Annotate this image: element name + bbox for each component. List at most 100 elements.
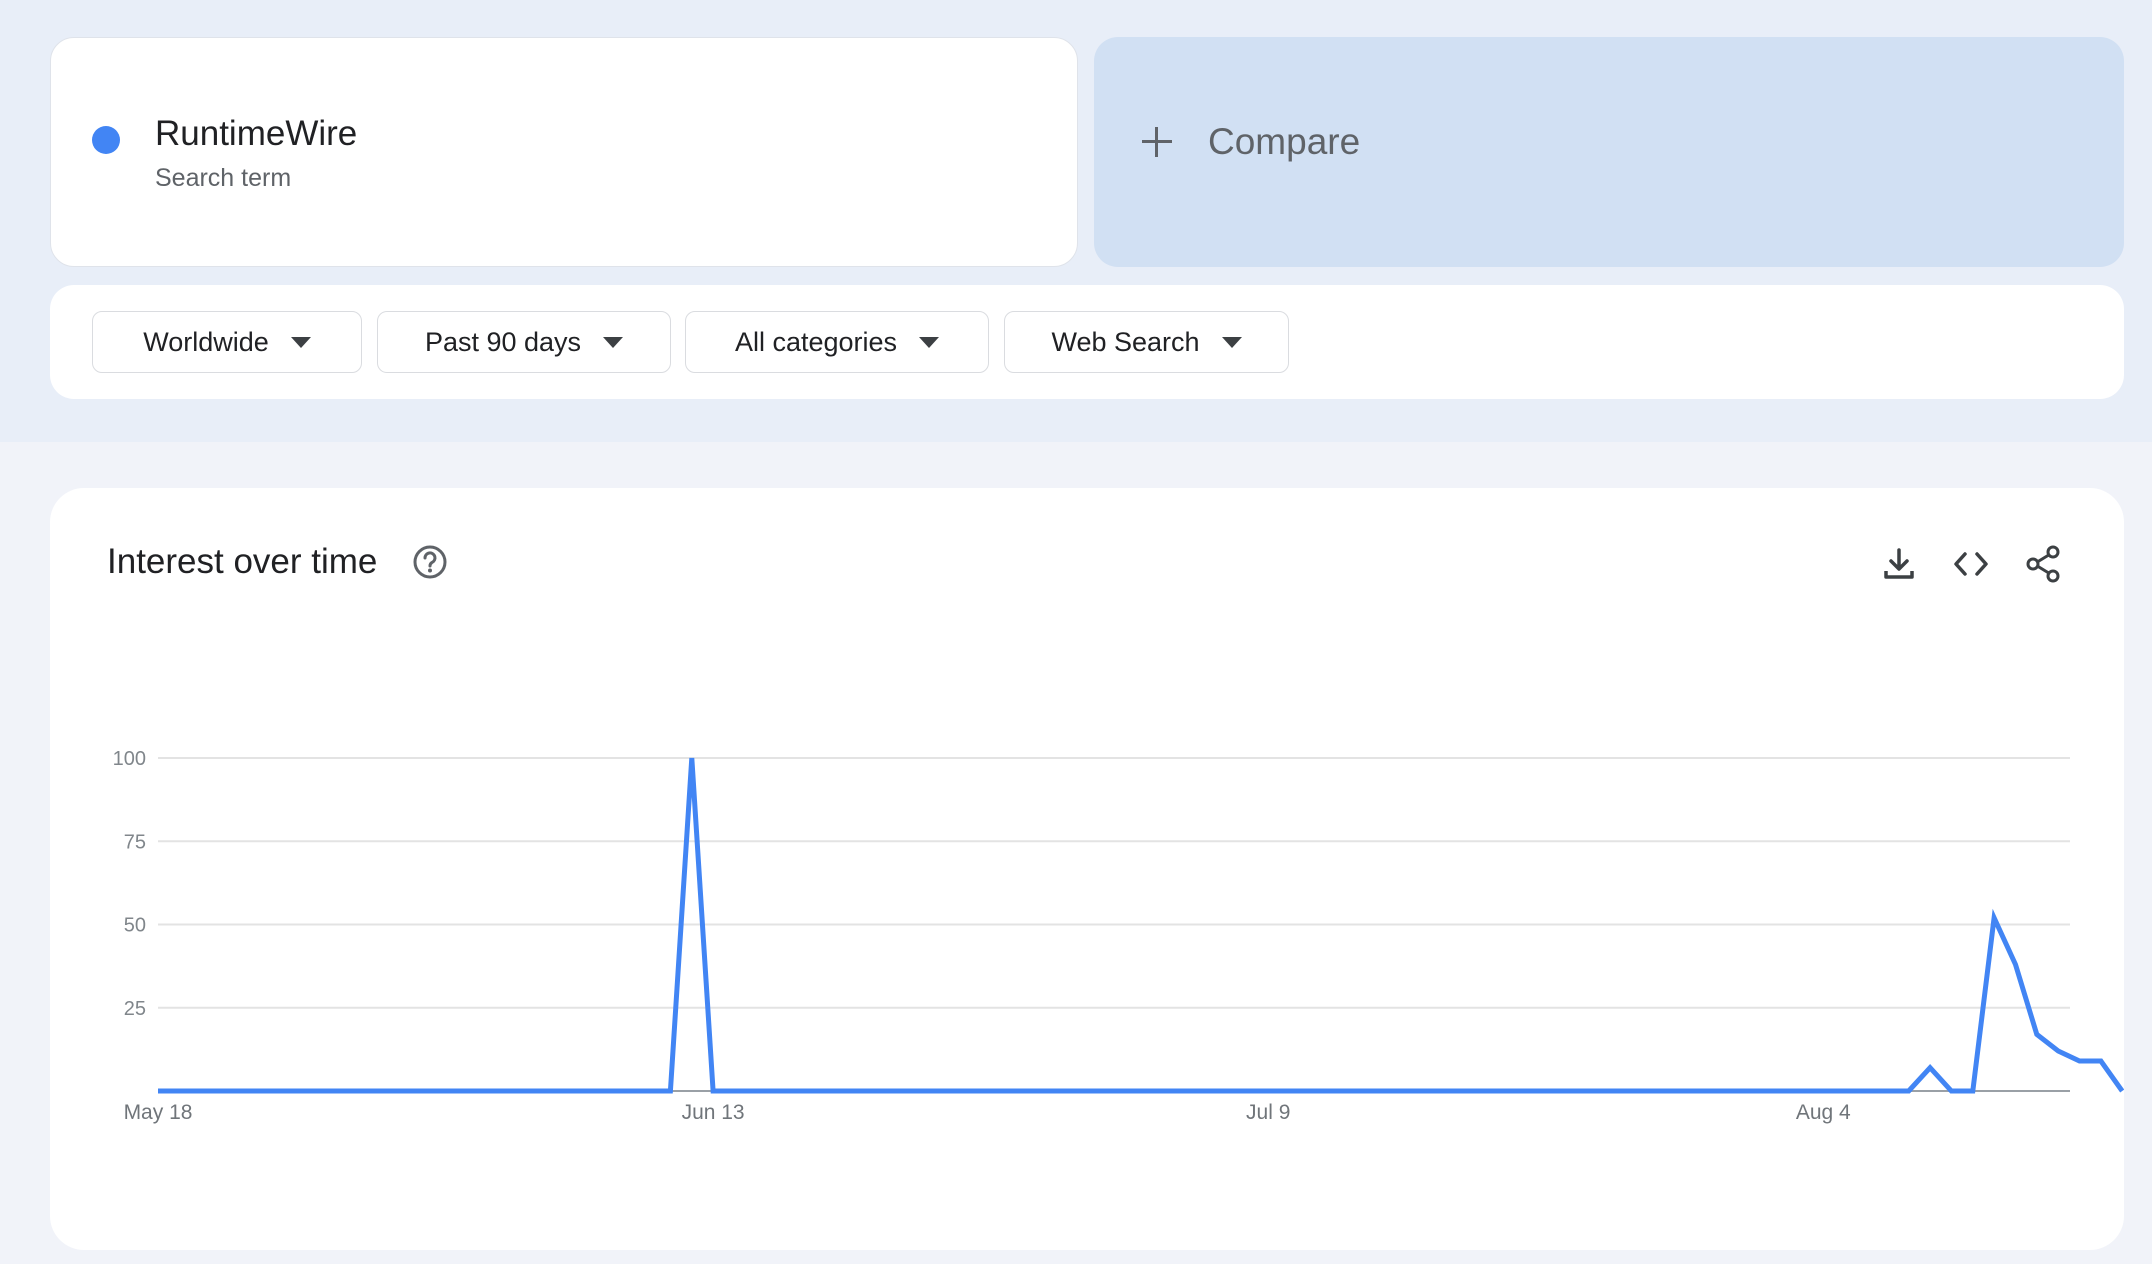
data-point[interactable] xyxy=(154,1087,162,1095)
data-point[interactable] xyxy=(965,1087,973,1095)
data-point[interactable] xyxy=(1115,1087,1123,1095)
data-point[interactable] xyxy=(410,1087,418,1095)
data-point[interactable] xyxy=(901,1087,909,1095)
data-point[interactable] xyxy=(1713,1087,1721,1095)
data-point[interactable] xyxy=(2076,1057,2084,1065)
data-point[interactable] xyxy=(1798,1087,1806,1095)
data-point[interactable] xyxy=(1157,1087,1165,1095)
category-dropdown[interactable]: All categories xyxy=(685,311,989,373)
data-point[interactable] xyxy=(944,1087,952,1095)
region-dropdown[interactable]: Worldwide xyxy=(92,311,362,373)
data-point[interactable] xyxy=(1905,1087,1913,1095)
data-point[interactable] xyxy=(1990,914,1998,922)
data-point[interactable] xyxy=(1264,1087,1272,1095)
data-point[interactable] xyxy=(1819,1087,1827,1095)
data-point[interactable] xyxy=(218,1087,226,1095)
data-point[interactable] xyxy=(1200,1087,1208,1095)
data-point[interactable] xyxy=(303,1087,311,1095)
data-point[interactable] xyxy=(1392,1087,1400,1095)
compare-button[interactable]: Compare xyxy=(1094,37,2124,267)
data-point[interactable] xyxy=(368,1087,376,1095)
data-point[interactable] xyxy=(1734,1087,1742,1095)
data-point[interactable] xyxy=(1243,1087,1251,1095)
data-point[interactable] xyxy=(1627,1087,1635,1095)
data-point[interactable] xyxy=(2097,1057,2105,1065)
data-point[interactable] xyxy=(859,1087,867,1095)
data-point[interactable] xyxy=(1777,1087,1785,1095)
data-point[interactable] xyxy=(560,1087,568,1095)
data-point[interactable] xyxy=(795,1087,803,1095)
data-point[interactable] xyxy=(197,1087,205,1095)
data-point[interactable] xyxy=(1862,1087,1870,1095)
data-point[interactable] xyxy=(389,1087,397,1095)
data-point[interactable] xyxy=(1926,1064,1934,1072)
data-point[interactable] xyxy=(730,1087,738,1095)
data-point[interactable] xyxy=(602,1087,610,1095)
data-point[interactable] xyxy=(752,1087,760,1095)
data-point[interactable] xyxy=(923,1087,931,1095)
search-term-name[interactable]: RuntimeWire xyxy=(155,114,357,154)
data-point[interactable] xyxy=(496,1087,504,1095)
data-point[interactable] xyxy=(987,1087,995,1095)
data-point[interactable] xyxy=(624,1087,632,1095)
data-point[interactable] xyxy=(1286,1087,1294,1095)
data-point[interactable] xyxy=(1691,1087,1699,1095)
data-point[interactable] xyxy=(1841,1087,1849,1095)
time-range-dropdown[interactable]: Past 90 days xyxy=(377,311,671,373)
data-point[interactable] xyxy=(1328,1087,1336,1095)
data-point[interactable] xyxy=(1435,1087,1443,1095)
data-point[interactable] xyxy=(1520,1087,1528,1095)
data-point[interactable] xyxy=(346,1087,354,1095)
data-point[interactable] xyxy=(645,1087,653,1095)
data-point[interactable] xyxy=(1883,1087,1891,1095)
data-point[interactable] xyxy=(325,1087,333,1095)
data-point[interactable] xyxy=(880,1087,888,1095)
data-point[interactable] xyxy=(773,1087,781,1095)
data-point[interactable] xyxy=(538,1087,546,1095)
search-type-dropdown[interactable]: Web Search xyxy=(1004,311,1289,373)
data-point[interactable] xyxy=(1606,1087,1614,1095)
data-point[interactable] xyxy=(1969,1087,1977,1095)
data-point[interactable] xyxy=(1542,1087,1550,1095)
data-point[interactable] xyxy=(2054,1047,2062,1055)
data-point[interactable] xyxy=(1350,1087,1358,1095)
data-point[interactable] xyxy=(1456,1087,1464,1095)
data-point[interactable] xyxy=(581,1087,589,1095)
data-point[interactable] xyxy=(666,1087,674,1095)
data-point[interactable] xyxy=(453,1087,461,1095)
data-point[interactable] xyxy=(261,1087,269,1095)
data-point[interactable] xyxy=(1008,1087,1016,1095)
data-point[interactable] xyxy=(1136,1087,1144,1095)
data-point[interactable] xyxy=(1307,1087,1315,1095)
search-term-card[interactable]: RuntimeWire Search term xyxy=(50,37,1078,267)
data-point[interactable] xyxy=(1179,1087,1187,1095)
data-point[interactable] xyxy=(175,1087,183,1095)
data-point[interactable] xyxy=(1947,1087,1955,1095)
data-point[interactable] xyxy=(2011,960,2019,968)
data-point[interactable] xyxy=(1649,1087,1657,1095)
data-point[interactable] xyxy=(688,754,696,762)
region-dropdown-label: Worldwide xyxy=(143,326,269,357)
data-point[interactable] xyxy=(1478,1087,1486,1095)
data-point[interactable] xyxy=(709,1087,717,1095)
data-point[interactable] xyxy=(239,1087,247,1095)
data-point[interactable] xyxy=(1755,1087,1763,1095)
data-point[interactable] xyxy=(1584,1087,1592,1095)
data-point[interactable] xyxy=(1222,1087,1230,1095)
data-point[interactable] xyxy=(474,1087,482,1095)
data-point[interactable] xyxy=(282,1087,290,1095)
data-point[interactable] xyxy=(1072,1087,1080,1095)
data-point[interactable] xyxy=(432,1087,440,1095)
data-point[interactable] xyxy=(1371,1087,1379,1095)
data-point[interactable] xyxy=(2033,1030,2041,1038)
data-point[interactable] xyxy=(1414,1087,1422,1095)
data-point[interactable] xyxy=(1499,1087,1507,1095)
data-point[interactable] xyxy=(1029,1087,1037,1095)
data-point[interactable] xyxy=(1563,1087,1571,1095)
data-point[interactable] xyxy=(1670,1087,1678,1095)
data-point[interactable] xyxy=(837,1087,845,1095)
data-point[interactable] xyxy=(1051,1087,1059,1095)
data-point[interactable] xyxy=(1093,1087,1101,1095)
data-point[interactable] xyxy=(816,1087,824,1095)
data-point[interactable] xyxy=(517,1087,525,1095)
